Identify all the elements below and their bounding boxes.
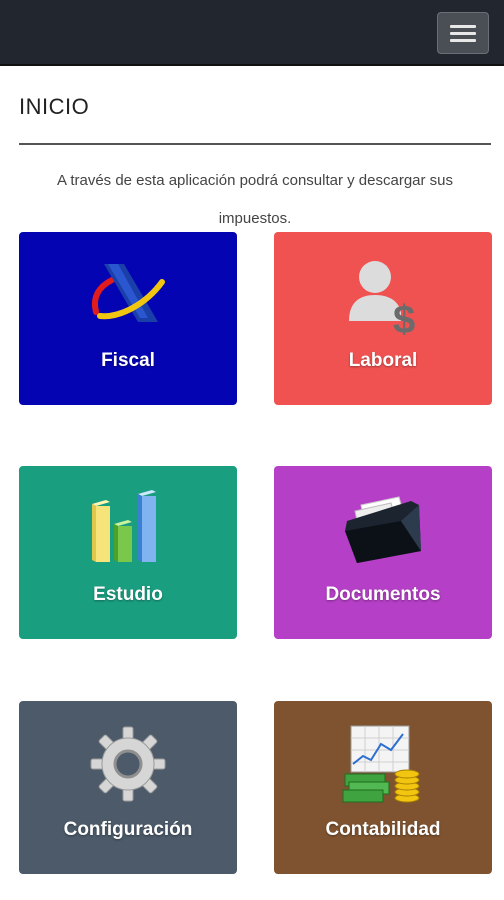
tax-agency-logo-icon bbox=[83, 250, 173, 340]
hamburger-icon-line bbox=[450, 38, 476, 42]
gear-icon bbox=[83, 719, 173, 809]
hamburger-menu-button[interactable] bbox=[437, 12, 489, 54]
tile-laboral[interactable]: $ Laboral bbox=[274, 232, 492, 405]
tile-label: Estudio bbox=[93, 584, 163, 605]
top-navbar bbox=[0, 0, 504, 66]
tile-label: Contabilidad bbox=[325, 819, 441, 840]
page-title: INICIO bbox=[19, 94, 90, 119]
user-dollar-icon: $ bbox=[338, 250, 428, 340]
tile-estudio[interactable]: Estudio bbox=[19, 466, 237, 639]
folder-documents-icon bbox=[338, 484, 428, 574]
tile-label: Documentos bbox=[325, 584, 441, 605]
tile-label: Laboral bbox=[348, 350, 418, 371]
tile-configuracion[interactable]: Configuración bbox=[19, 701, 237, 874]
svg-text:$: $ bbox=[393, 298, 415, 335]
tile-documentos[interactable]: Documentos bbox=[274, 466, 492, 639]
title-divider bbox=[19, 143, 491, 145]
tile-fiscal[interactable]: Fiscal bbox=[19, 232, 237, 405]
hamburger-icon-line bbox=[450, 24, 476, 28]
tile-label: Fiscal bbox=[101, 350, 155, 371]
money-chart-icon bbox=[338, 719, 428, 809]
hamburger-icon-line bbox=[450, 31, 476, 35]
tile-contabilidad[interactable]: Contabilidad bbox=[274, 701, 492, 874]
tile-label: Configuración bbox=[63, 819, 193, 840]
intro-text: A través de esta aplicación podrá consul… bbox=[56, 172, 454, 227]
bar-chart-icon bbox=[83, 484, 173, 574]
